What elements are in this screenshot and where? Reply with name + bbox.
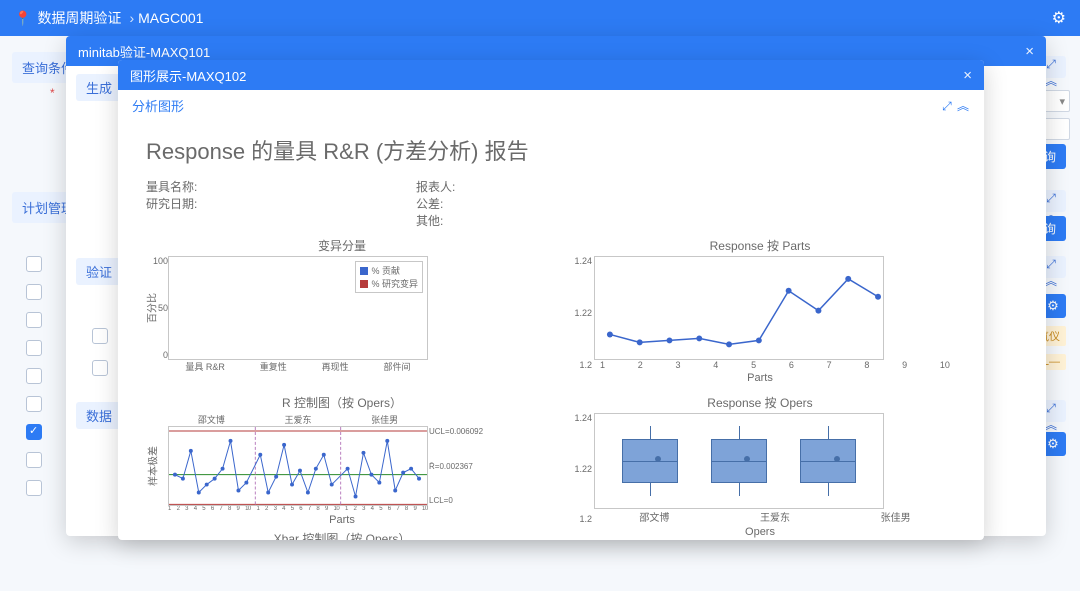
x-axis-ticks: 邵文博 王爱东 张佳男: [594, 509, 956, 524]
section-labels: 邵文博 王爱东 张佳男: [168, 413, 428, 426]
row-checkbox[interactable]: [92, 360, 108, 376]
report-title: Response 的量具 R&R (方差分析) 报告: [146, 134, 956, 166]
row-checkbox[interactable]: [26, 452, 42, 468]
close-icon[interactable]: ×: [1025, 43, 1034, 60]
boxplot-box: [711, 439, 767, 483]
breadcrumb-sep: ›: [129, 10, 134, 26]
breadcrumb-current: MAGC001: [138, 10, 203, 26]
chart-title: Response 按 Opers: [564, 394, 956, 411]
modal-titlebar[interactable]: 图形展示-MAXQ102 ×: [118, 60, 984, 90]
y-axis-ticks: 1.24 1.22 1.2: [566, 413, 592, 524]
close-icon[interactable]: ×: [963, 67, 972, 84]
modal-title: minitab验证-MAXQ101: [78, 42, 210, 61]
row-checkbox[interactable]: [26, 368, 42, 384]
chart-title: Xbar 控制图（按 Opers）: [146, 530, 538, 540]
ref-line-labels: UCL=0.006092 R̄=0.002367 LCL=0: [429, 427, 493, 505]
y-axis-label: 样本极差: [145, 446, 160, 486]
settings-icon[interactable]: ⚙: [1052, 8, 1066, 28]
chevron-down-icon: ▾: [1059, 95, 1065, 108]
row-checkbox[interactable]: [26, 396, 42, 412]
grid-checkbox-column: [26, 256, 42, 496]
panel-data[interactable]: 数据: [76, 402, 122, 429]
chart-r-control-by-opers: R 控制图（按 Opers） 邵文博 王爱东 张佳男 样本极差: [146, 394, 538, 540]
modal-chart-display: 图形展示-MAXQ102 × 分析图形 ⤢ ︽ Response 的量具 R&R…: [118, 60, 984, 540]
meta-label: 公差:: [416, 195, 474, 212]
row-checkbox[interactable]: [26, 424, 42, 440]
boxplot-box: [800, 439, 856, 483]
row-checkbox[interactable]: [26, 340, 42, 356]
panel-generate[interactable]: 生成: [76, 74, 122, 101]
required-asterisk: *: [50, 86, 55, 100]
breadcrumb-root[interactable]: 数据周期验证: [37, 8, 121, 28]
chart-title: R 控制图（按 Opers）: [146, 394, 538, 411]
app-root: 📍 数据周期验证 › MAGC001 ⚙ 查询条件 计划管理 * ⤢︽ ▾ 查询…: [0, 0, 1080, 591]
expand-collapse-icon[interactable]: ⤢ ︽: [942, 97, 970, 114]
x-axis-label: Parts: [564, 372, 956, 384]
modal-title: 图形展示-MAXQ102: [130, 66, 246, 85]
plot-area: [594, 256, 884, 360]
x-axis-label: Parts: [146, 514, 538, 526]
location-icon: 📍: [14, 10, 31, 27]
row-checkbox[interactable]: [92, 328, 108, 344]
plot-area: [594, 413, 884, 509]
panel-analysis-charts: 分析图形 ⤢ ︽: [118, 90, 984, 120]
chart-variation-components: 变异分量 100 50 0 百分比 % 贡献 % 研究变异: [146, 237, 538, 384]
y-axis-ticks: 1.24 1.22 1.2: [566, 256, 592, 370]
x-axis-label: Opers: [564, 526, 956, 538]
row-checkbox[interactable]: [26, 284, 42, 300]
y-axis-label: 百分比: [144, 293, 159, 323]
x-axis-ticks: 12345678910 12345678910 12345678910: [168, 506, 428, 512]
report-meta: 量具名称: 研究日期: 报表人: 公差: 其他:: [146, 178, 956, 229]
report-body: Response 的量具 R&R (方差分析) 报告 量具名称: 研究日期: 报…: [118, 120, 984, 540]
plot-area: UCL=0.006092 R̄=0.002367 LCL=0: [168, 426, 428, 506]
breadcrumb-bar: 📍 数据周期验证 › MAGC001 ⚙: [0, 0, 1080, 36]
row-checkbox[interactable]: [26, 256, 42, 272]
panel-verify[interactable]: 验证: [76, 258, 122, 285]
meta-label: 量具名称:: [146, 178, 204, 195]
chart-title: Response 按 Parts: [564, 237, 956, 254]
x-axis-ticks: 12345678910: [594, 360, 956, 370]
chart-response-by-opers: Response 按 Opers 1.24 1.22 1.2: [564, 394, 956, 540]
boxplot-box: [622, 439, 678, 483]
meta-label: 报表人:: [416, 178, 474, 195]
meta-label: 其他:: [416, 212, 474, 229]
chart-response-by-parts: Response 按 Parts 1.24 1.22 1.2: [564, 237, 956, 384]
charts-grid: 变异分量 100 50 0 百分比 % 贡献 % 研究变异: [146, 237, 956, 540]
x-axis-ticks: 量具 R&R 重复性 再现性 部件间: [168, 360, 428, 373]
chart-title: 变异分量: [146, 237, 538, 254]
inner-checkbox-col: [92, 328, 108, 376]
meta-label: 研究日期:: [146, 195, 204, 212]
subhead-label: 分析图形: [132, 96, 184, 115]
row-checkbox[interactable]: [26, 312, 42, 328]
plot-area: % 贡献 % 研究变异: [168, 256, 428, 360]
row-checkbox[interactable]: [26, 480, 42, 496]
